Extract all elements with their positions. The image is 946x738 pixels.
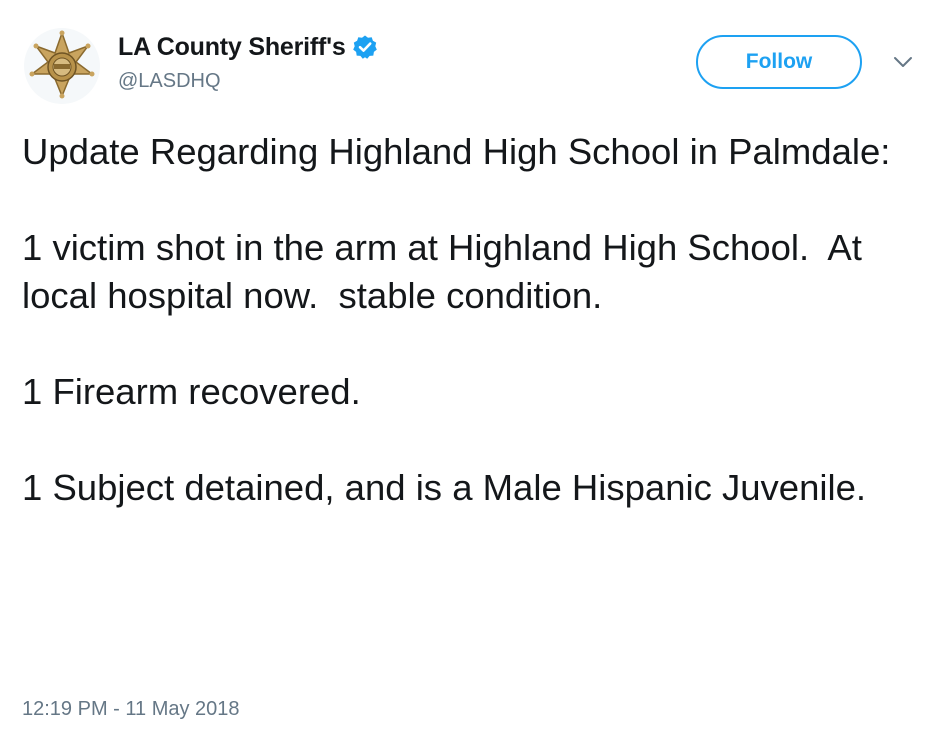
follow-button[interactable]: Follow [696,35,862,89]
chevron-down-icon[interactable] [891,52,915,72]
display-name-row[interactable]: LA County Sheriff's [118,32,378,62]
sheriff-star-icon [29,30,95,99]
tweet-paragraph: 1 Firearm recovered. [22,371,361,412]
verified-badge-icon [352,34,378,60]
account-handle[interactable]: @LASDHQ [118,70,378,93]
tweet-paragraph: 1 victim shot in the arm at Highland Hig… [22,227,873,316]
tweet-text: Update Regarding Highland High School in… [22,128,922,512]
avatar[interactable] [24,28,100,104]
tweet-paragraph: Update Regarding Highland High School in… [22,131,891,172]
account-header: LA County Sheriff's @LASDHQ [118,32,378,93]
tweet-card: LA County Sheriff's @LASDHQ Follow Updat… [0,0,946,738]
display-name[interactable]: LA County Sheriff's [118,33,346,62]
tweet-paragraph: 1 Subject detained, and is a Male Hispan… [22,467,867,508]
tweet-timestamp[interactable]: 12:19 PM - 11 May 2018 [22,698,240,721]
